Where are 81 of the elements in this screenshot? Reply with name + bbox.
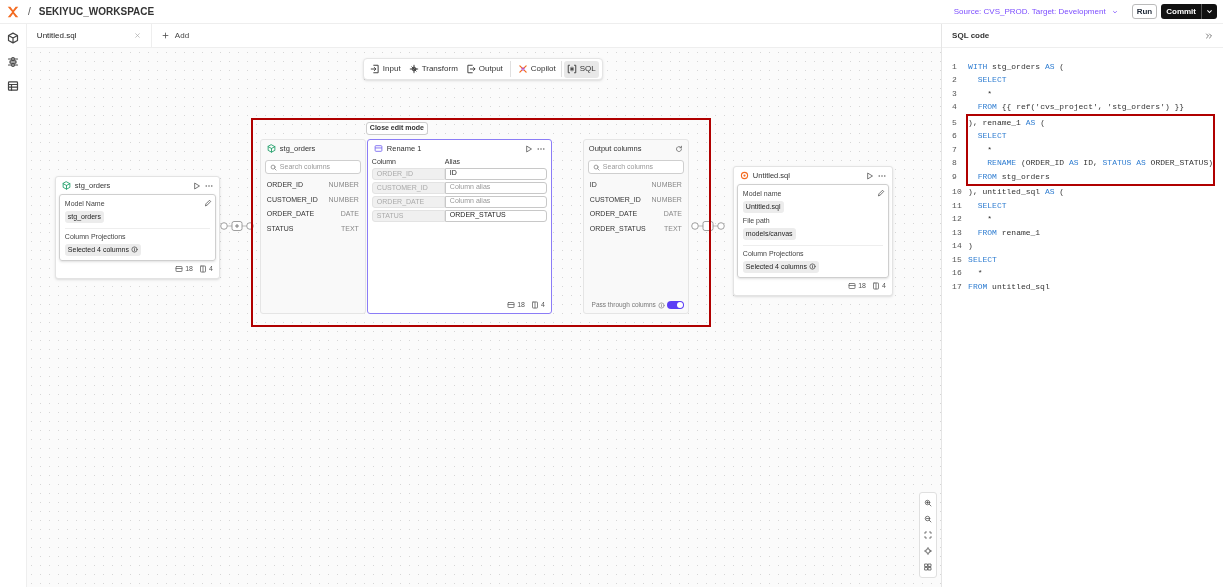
- code-line: SELECT: [976, 199, 1007, 212]
- line-number: 14: [952, 240, 963, 253]
- play-icon[interactable]: [524, 144, 533, 153]
- line-number: 6: [952, 130, 958, 143]
- play-icon[interactable]: [865, 171, 874, 180]
- info-icon: [130, 246, 138, 254]
- input-icon: [369, 64, 380, 74]
- chevron-down-icon: [1111, 8, 1118, 15]
- code-line: RENAME (ORDER_ID AS ID, STATUS AS ORDER_STATUS): [986, 157, 1213, 170]
- line-number: 10: [952, 186, 963, 199]
- line-number: 3: [952, 87, 958, 100]
- cube-icon: [266, 144, 276, 153]
- code-line: SELECT: [968, 253, 997, 266]
- grid-icon[interactable]: [923, 563, 932, 571]
- info-icon: [657, 301, 665, 309]
- code-line: *: [976, 267, 983, 280]
- line-number: 4: [952, 101, 958, 114]
- code-line: SELECT: [976, 130, 1007, 143]
- code-line: WITH stg_orders AS (: [968, 60, 1065, 73]
- code-line: ), untitled_sql AS (: [968, 186, 1065, 199]
- copilot-icon: [517, 64, 528, 74]
- line-number: 13: [952, 226, 963, 239]
- sql-icon: [566, 64, 577, 74]
- columns-icon: [198, 265, 207, 274]
- table-icon: [848, 282, 857, 291]
- line-number: 7: [952, 143, 958, 156]
- pass-through-toggle[interactable]: [666, 301, 684, 310]
- collapse-icon[interactable]: [1205, 31, 1213, 40]
- code-line: FROM rename_1: [976, 226, 1041, 239]
- rename-icon: [373, 144, 383, 153]
- plus-icon: [161, 32, 169, 39]
- search-icon: [592, 163, 600, 171]
- crosshair-icon[interactable]: [923, 547, 932, 555]
- connector-drawing: [219, 221, 254, 231]
- line-number: 5: [952, 116, 958, 129]
- line-number: 16: [952, 267, 963, 280]
- connector-drawing: [690, 221, 725, 231]
- cube-icon: [61, 181, 71, 190]
- line-number: 17: [952, 280, 963, 293]
- code-line: FROM untitled_sql: [968, 280, 1050, 293]
- output-icon: [465, 64, 476, 74]
- zoom-in-icon[interactable]: [923, 499, 932, 507]
- edit-icon[interactable]: [203, 199, 212, 207]
- refresh-icon[interactable]: [674, 144, 683, 153]
- code-line: ), rename_1 AS (: [968, 116, 1045, 129]
- columns-icon: [871, 282, 880, 291]
- code-line: *: [986, 143, 993, 156]
- code-line: ): [968, 240, 973, 253]
- line-number: 8: [952, 157, 958, 170]
- table-icon[interactable]: [6, 80, 19, 92]
- table-icon: [175, 265, 184, 274]
- transform-icon: [408, 64, 419, 74]
- workspace-name[interactable]: SEKIYUC_WORKSPACE: [38, 4, 155, 19]
- line-number: 1: [952, 60, 958, 73]
- add-tab-button[interactable]: Add: [151, 24, 200, 47]
- edit-icon[interactable]: [876, 189, 885, 197]
- chevron-down-icon: [1206, 8, 1213, 15]
- code-line: *: [986, 213, 993, 226]
- fit-view-icon[interactable]: [923, 531, 932, 539]
- line-number: 15: [952, 253, 963, 266]
- code-line: *: [986, 87, 993, 100]
- zoom-out-icon[interactable]: [923, 515, 932, 523]
- columns-icon: [530, 300, 539, 309]
- info-icon: [808, 263, 816, 271]
- search-icon: [269, 163, 277, 171]
- breadcrumb-separator: /: [28, 5, 31, 19]
- line-number: 11: [952, 199, 963, 212]
- line-number: 2: [952, 74, 958, 87]
- code-line: FROM stg_orders: [976, 170, 1050, 183]
- cube-icon[interactable]: [6, 32, 19, 44]
- logo-icon: [6, 4, 20, 19]
- table-icon: [507, 300, 516, 309]
- environment-selector[interactable]: Source: CVS_PROD. Target: Development: [953, 5, 1118, 18]
- panel-title: SQL code: [952, 29, 991, 42]
- toolbar-sql-button[interactable]: SQL: [563, 60, 599, 78]
- code-line: SELECT: [976, 74, 1007, 87]
- line-number: 12: [952, 213, 963, 226]
- run-button[interactable]: Run: [1131, 4, 1158, 19]
- play-icon[interactable]: [192, 181, 201, 190]
- code-line: FROM {{ ref('cvs_project', 'stg_orders') }}: [976, 101, 1185, 114]
- line-number: 9: [952, 170, 958, 183]
